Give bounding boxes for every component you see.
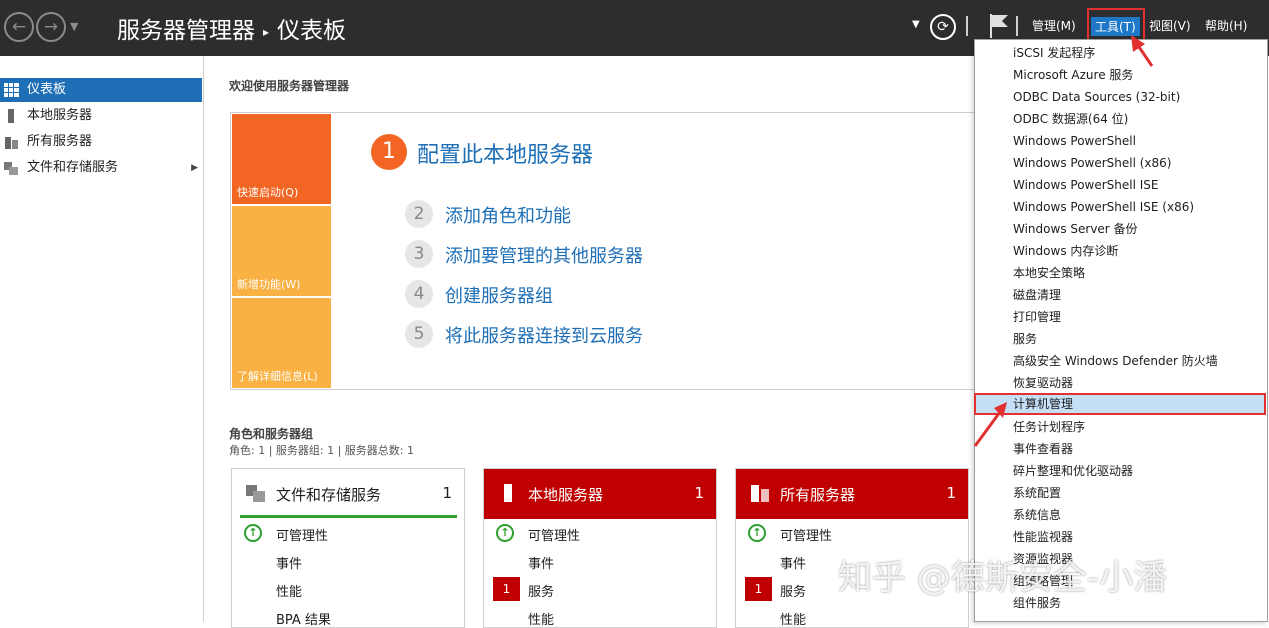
- annotation-arrow-icon: [973, 402, 1007, 447]
- annotation-arrows: [973, 35, 1154, 447]
- watermark: 知乎 @德斯安全-小潘: [838, 558, 1168, 598]
- annotation-arrow-icon: [1131, 35, 1154, 67]
